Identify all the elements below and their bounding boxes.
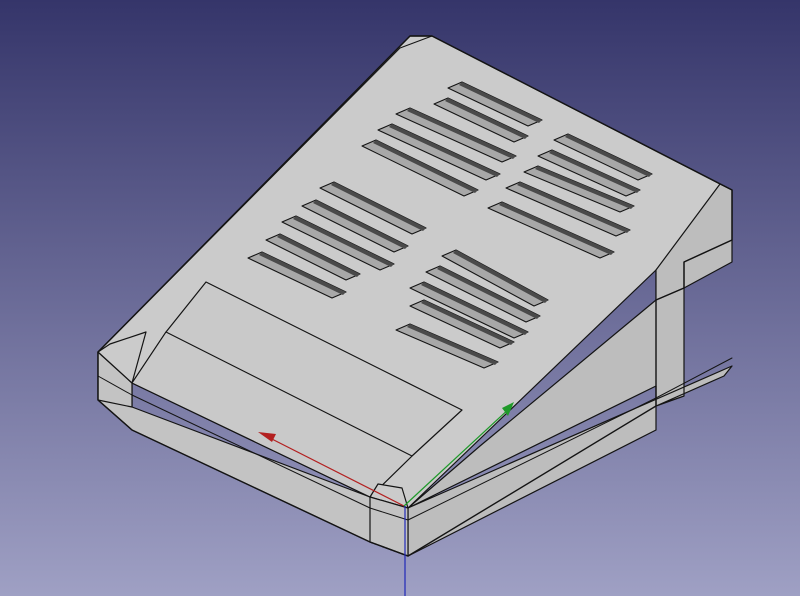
3d-scene[interactable] xyxy=(0,0,800,596)
3d-viewport[interactable] xyxy=(0,0,800,596)
